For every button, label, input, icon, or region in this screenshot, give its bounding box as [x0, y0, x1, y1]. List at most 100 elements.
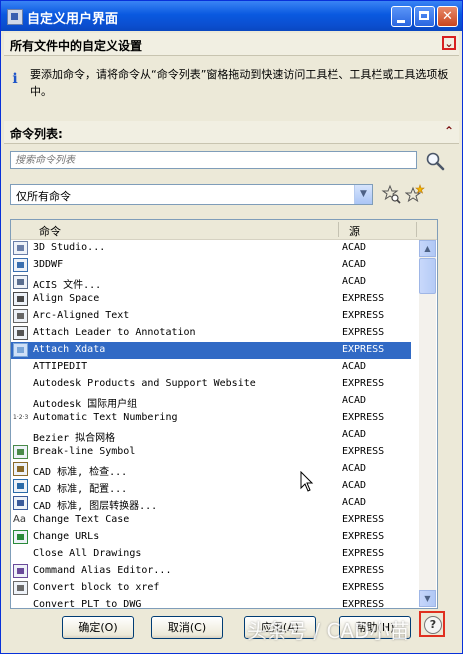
command-row[interactable]: Attach Xdata EXPRESS: [11, 342, 411, 359]
info-icon: i: [12, 71, 18, 87]
command-source: ACAD: [342, 242, 367, 253]
cad-check-icon: [13, 462, 28, 476]
command-filter-select[interactable]: 仅所有命令 ▼: [10, 184, 373, 205]
command-name: Align Space: [33, 293, 100, 304]
command-source: EXPRESS: [342, 412, 385, 423]
command-row[interactable]: Close All Drawings EXPRESS: [11, 546, 411, 563]
command-source: EXPRESS: [342, 582, 385, 593]
chevron-down-icon[interactable]: ⌄: [442, 36, 456, 50]
search-icon[interactable]: [425, 151, 445, 171]
command-source: EXPRESS: [342, 344, 385, 355]
command-row[interactable]: Autodesk 国际用户组 ACAD: [11, 393, 411, 410]
command-list-panel: 命令列表: ⌃ 仅所有命令 ▼ 命令 源: [4, 121, 459, 613]
command-row[interactable]: Break-line Symbol EXPRESS: [11, 444, 411, 461]
command-row[interactable]: ATTIPEDIT ACAD: [11, 359, 411, 376]
command-source: EXPRESS: [342, 446, 385, 457]
ok-button[interactable]: 确定(O): [62, 616, 134, 639]
attach-xdata-icon: [13, 343, 28, 357]
command-row[interactable]: ACIS 文件... ACAD: [11, 274, 411, 291]
command-source: EXPRESS: [342, 514, 385, 525]
command-row[interactable]: Align Space EXPRESS: [11, 291, 411, 308]
command-source: EXPRESS: [342, 599, 385, 609]
minimize-button[interactable]: [391, 6, 412, 27]
command-name: CAD 标准, 检查...: [33, 467, 128, 478]
text-case-icon: Aa: [13, 514, 26, 525]
settings-header[interactable]: 所有文件中的自定义设置 ⌄: [4, 33, 459, 56]
command-row[interactable]: 3D Studio... ACAD: [11, 240, 411, 257]
command-row[interactable]: Command Alias Editor... EXPRESS: [11, 563, 411, 580]
chevron-down-icon[interactable]: ▼: [354, 185, 372, 204]
column-header-command[interactable]: 命令: [39, 223, 61, 239]
command-row[interactable]: Attach Leader to Annotation EXPRESS: [11, 325, 411, 342]
command-name: Close All Drawings: [33, 548, 142, 559]
column-separator[interactable]: [416, 222, 417, 237]
command-name: Autodesk 国际用户组: [33, 399, 138, 410]
info-text: 要添加命令，请将命令从“命令列表”窗格拖动到快速访问工具栏、工具栏或工具选项板中…: [30, 68, 449, 98]
command-row[interactable]: CAD 标准, 配置... ACAD: [11, 478, 411, 495]
alias-editor-icon: [13, 564, 28, 578]
command-row[interactable]: Change URLs EXPRESS: [11, 529, 411, 546]
command-source: ACAD: [342, 497, 367, 508]
command-row[interactable]: Autodesk Products and Support Website EXP…: [11, 376, 411, 393]
search-input[interactable]: [10, 151, 417, 169]
chevron-up-icon[interactable]: ⌃: [442, 125, 456, 139]
vertical-scrollbar[interactable]: ▲ ▼: [419, 240, 436, 607]
command-source: ACAD: [342, 259, 367, 270]
help-options-button[interactable]: ?: [419, 611, 445, 637]
change-urls-icon: [13, 530, 28, 544]
command-name: Convert block to xref: [33, 582, 160, 593]
scroll-down-arrow-icon[interactable]: ▼: [419, 590, 436, 607]
command-name: Convert PLT to DWG: [33, 599, 142, 609]
scroll-thumb[interactable]: [419, 258, 436, 294]
button-bar: 确定(O) 取消(C) 应用(A) 帮助(H) ? 头条号 / CAD小苗: [1, 611, 462, 653]
align-space-icon: [13, 292, 28, 306]
command-name: 3DDWF: [33, 259, 64, 270]
command-row[interactable]: Bezier 拟合网格 ACAD: [11, 427, 411, 444]
command-row[interactable]: CAD 标准, 图层转换器... ACAD: [11, 495, 411, 512]
command-list-header[interactable]: 命令列表: ⌃: [4, 121, 459, 144]
window-title: 自定义用户界面: [27, 12, 119, 27]
command-row[interactable]: Convert block to xref EXPRESS: [11, 580, 411, 597]
command-row[interactable]: 3DDWF ACAD: [11, 257, 411, 274]
command-list-label: 命令列表:: [10, 127, 63, 141]
command-source: ACAD: [342, 429, 367, 440]
close-button[interactable]: ✕: [437, 6, 458, 27]
command-row[interactable]: CAD 标准, 检查... ACAD: [11, 461, 411, 478]
settings-header-label: 所有文件中的自定义设置: [10, 39, 143, 53]
command-name: Change URLs: [33, 531, 100, 542]
command-source: ACAD: [342, 463, 367, 474]
command-name: Break-line Symbol: [33, 446, 136, 457]
command-source: ACAD: [342, 361, 367, 372]
command-source: EXPRESS: [342, 310, 385, 321]
maximize-button[interactable]: [414, 6, 435, 27]
command-name: Attach Xdata: [33, 344, 106, 355]
block-xref-icon: [13, 581, 28, 595]
command-list-header-row: 命令 源: [11, 220, 437, 240]
cad-config-icon: [13, 479, 28, 493]
command-row[interactable]: Aa Change Text Case EXPRESS: [11, 512, 411, 529]
command-name: CAD 标准, 图层转换器...: [33, 501, 158, 512]
command-list[interactable]: 命令 源 3D Studio... ACAD 3DDWF ACAD ACIS 文件...…: [10, 219, 438, 609]
column-separator[interactable]: [338, 222, 339, 237]
command-source: ACAD: [342, 395, 367, 406]
command-row[interactable]: Convert PLT to DWG EXPRESS: [11, 597, 411, 609]
3ds-icon: [13, 241, 28, 255]
find-star-icon[interactable]: [381, 184, 401, 204]
command-source: EXPRESS: [342, 293, 385, 304]
app-icon: [7, 9, 23, 25]
cancel-button[interactable]: 取消(C): [151, 616, 223, 639]
attach-leader-icon: [13, 326, 28, 340]
command-row[interactable]: Arc-Aligned Text EXPRESS: [11, 308, 411, 325]
command-source: ACAD: [342, 276, 367, 287]
command-name: ATTIPEDIT: [33, 361, 88, 372]
title-bar[interactable]: 自定义用户界面 ✕: [1, 1, 462, 31]
command-source: EXPRESS: [342, 378, 385, 389]
column-header-source[interactable]: 源: [349, 223, 360, 239]
text-numbering-icon: 1·2·3: [13, 414, 29, 421]
command-row[interactable]: 1·2·3 Automatic Text Numbering EXPRESS: [11, 410, 411, 427]
command-name: Arc-Aligned Text: [33, 310, 130, 321]
acis-file-icon: [13, 275, 28, 289]
scroll-up-arrow-icon[interactable]: ▲: [419, 240, 436, 257]
command-name: Automatic Text Numbering: [33, 412, 178, 423]
new-command-star-icon[interactable]: [405, 184, 425, 204]
